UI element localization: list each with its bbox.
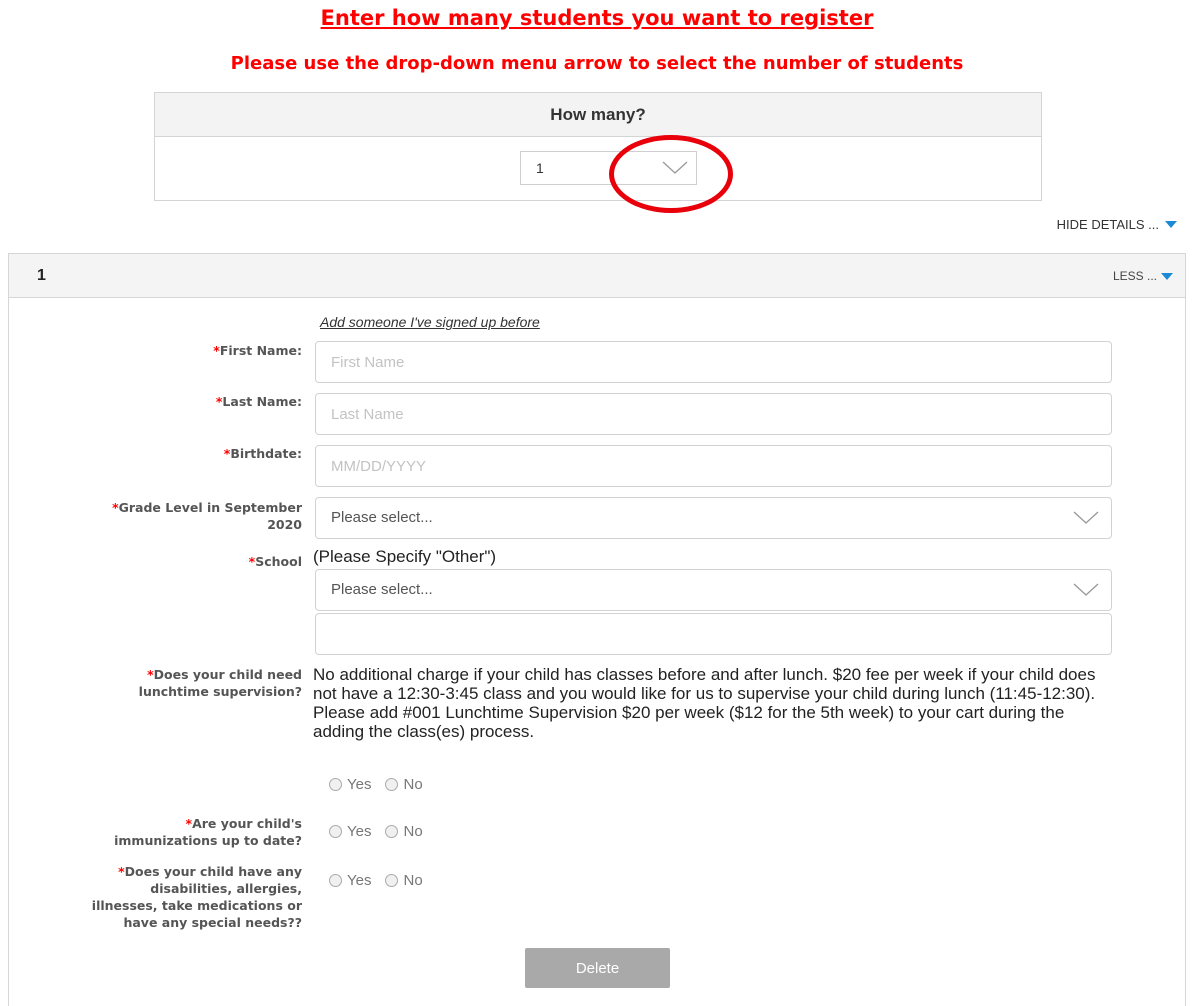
lunch-supervision-label: *Does your child need lunchtime supervisi… — [138, 667, 302, 699]
birthdate-input[interactable] — [316, 446, 1111, 486]
special-needs-no-radio[interactable]: No — [385, 872, 423, 889]
less-label: LESS ... — [1112, 269, 1157, 283]
special-needs-label: *Does your child have any disabilities, a… — [91, 864, 302, 930]
last-name-field[interactable] — [315, 393, 1112, 435]
school-other-input[interactable] — [316, 614, 1111, 654]
school-selected-value: Please select... — [331, 581, 433, 598]
student-panel-header: 1 LESS ... — [9, 254, 1185, 298]
caret-down-icon — [1161, 272, 1173, 280]
birthdate-field[interactable] — [315, 445, 1112, 487]
birthdate-label: *Birthdate: — [223, 446, 302, 461]
page-instruction: Please use the drop-down menu arrow to s… — [230, 53, 964, 74]
lunch-no-radio[interactable]: No — [385, 776, 423, 793]
student-number: 1 — [37, 267, 46, 284]
radio-icon[interactable] — [329, 825, 342, 838]
lunch-supervision-radios: Yes No — [329, 776, 437, 793]
radio-icon[interactable] — [385, 874, 399, 887]
last-name-label: *Last Name: — [215, 394, 302, 409]
immunizations-yes-radio[interactable]: Yes — [329, 823, 371, 840]
school-other-field[interactable] — [315, 613, 1112, 655]
radio-icon[interactable] — [329, 778, 342, 791]
chevron-down-icon[interactable] — [1073, 511, 1099, 525]
howmany-selected-value: 1 — [536, 160, 544, 176]
lunch-yes-radio[interactable]: Yes — [329, 776, 371, 793]
immunizations-no-radio[interactable]: No — [385, 823, 423, 840]
first-name-field[interactable] — [315, 341, 1112, 383]
add-previous-student-link[interactable]: Add someone I've signed up before — [320, 314, 540, 330]
page-title: Enter how many students you want to regi… — [320, 6, 874, 30]
hide-details-toggle[interactable]: HIDE DETAILS ... — [1057, 217, 1177, 232]
howmany-label: How many? — [155, 93, 1041, 137]
caret-down-icon — [1165, 221, 1177, 228]
grade-select[interactable]: Please select... — [315, 497, 1112, 539]
radio-icon[interactable] — [329, 874, 342, 887]
less-toggle[interactable]: LESS ... — [1113, 269, 1173, 283]
school-note: (Please Specify "Other") — [313, 547, 497, 566]
special-needs-yes-radio[interactable]: Yes — [329, 872, 371, 889]
first-name-label: *First Name: — [213, 343, 302, 358]
annotation-circle — [609, 135, 733, 213]
school-label: *School — [248, 554, 302, 569]
howmany-box: How many? 1 — [154, 92, 1042, 201]
special-needs-radios: Yes No — [329, 872, 437, 889]
hide-details-label: HIDE DETAILS ... — [1056, 217, 1159, 232]
first-name-input[interactable] — [316, 342, 1111, 382]
radio-icon[interactable] — [385, 825, 399, 838]
grade-selected-value: Please select... — [331, 509, 433, 526]
delete-button[interactable]: Delete — [525, 948, 670, 988]
immunizations-label: *Are your child's immunizations up to dat… — [114, 816, 302, 848]
chevron-down-icon[interactable] — [1073, 583, 1099, 597]
radio-icon[interactable] — [385, 778, 399, 791]
school-select[interactable]: Please select... — [315, 569, 1112, 611]
grade-label: *Grade Level in September 2020 — [112, 500, 302, 532]
last-name-input[interactable] — [316, 394, 1111, 434]
immunizations-radios: Yes No — [329, 823, 437, 840]
lunch-supervision-note: No additional charge if your child has c… — [313, 665, 1096, 741]
